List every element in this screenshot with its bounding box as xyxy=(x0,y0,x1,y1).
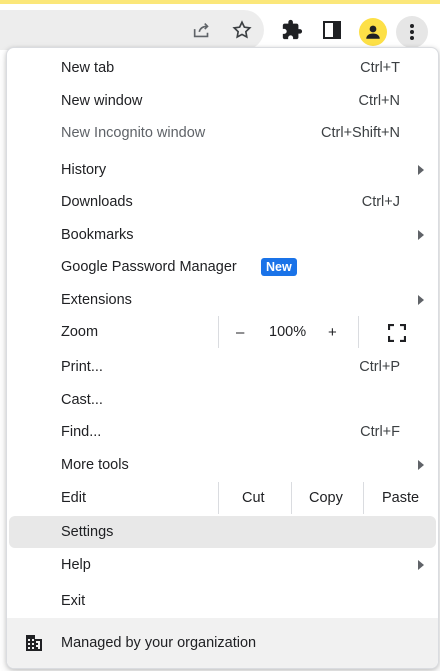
paste-button[interactable]: Paste xyxy=(382,490,419,506)
menu-item-print[interactable]: Print... Ctrl+P xyxy=(7,351,438,383)
divider xyxy=(358,316,359,348)
menu-item-help[interactable]: Help xyxy=(7,549,438,581)
shortcut-label: Ctrl+N xyxy=(358,93,401,109)
menu-item-label: Downloads xyxy=(61,194,133,210)
menu-item-label: Google Password Manager xyxy=(61,259,237,275)
building-icon xyxy=(25,634,43,652)
menu-item-label: Settings xyxy=(61,524,114,540)
menu-item-new-tab[interactable]: New tab Ctrl+T xyxy=(7,52,438,84)
menu-item-label: Find... xyxy=(61,424,102,440)
chrome-app-menu: New tab Ctrl+T New window Ctrl+N New Inc… xyxy=(6,47,439,669)
menu-item-new-incognito[interactable]: New Incognito window Ctrl+Shift+N xyxy=(7,117,438,149)
menu-item-password-manager[interactable]: Google Password Manager New xyxy=(7,251,438,283)
menu-item-label: Cast... xyxy=(61,392,103,408)
cut-button[interactable]: Cut xyxy=(242,490,265,506)
menu-item-zoom: Zoom – 100% + xyxy=(7,316,438,348)
managed-by-org-row[interactable]: Managed by your organization xyxy=(7,618,438,668)
zoom-out-button[interactable]: – xyxy=(236,324,244,341)
menu-item-label: Edit xyxy=(61,490,86,506)
submenu-arrow-icon xyxy=(418,295,424,305)
address-bar[interactable] xyxy=(0,10,264,50)
submenu-arrow-icon xyxy=(418,560,424,570)
menu-item-label: History xyxy=(61,162,107,178)
submenu-arrow-icon xyxy=(418,460,424,470)
shortcut-label: Ctrl+Shift+N xyxy=(321,125,400,141)
menu-item-label: More tools xyxy=(61,457,129,473)
bookmark-star-icon[interactable] xyxy=(228,16,256,44)
shortcut-label: Ctrl+P xyxy=(359,359,400,375)
menu-item-exit[interactable]: Exit xyxy=(7,585,438,617)
menu-kebab-icon[interactable] xyxy=(396,16,428,48)
menu-item-cast[interactable]: Cast... xyxy=(7,384,438,416)
menu-item-label: Exit xyxy=(61,593,86,609)
menu-item-extensions[interactable]: Extensions xyxy=(7,284,438,316)
menu-item-label: Help xyxy=(61,557,91,573)
menu-item-downloads[interactable]: Downloads Ctrl+J xyxy=(7,186,438,218)
menu-item-label: New tab xyxy=(61,60,115,76)
menu-item-edit: Edit Cut Copy Paste xyxy=(7,482,438,514)
zoom-in-button[interactable]: + xyxy=(328,324,337,341)
menu-item-label: Zoom xyxy=(61,324,99,340)
managed-label: Managed by your organization xyxy=(61,635,257,651)
menu-item-find[interactable]: Find... Ctrl+F xyxy=(7,416,438,448)
side-panel-icon[interactable] xyxy=(318,16,346,44)
menu-item-more-tools[interactable]: More tools xyxy=(7,449,438,481)
menu-item-label: New Incognito window xyxy=(61,125,206,141)
profile-avatar-icon[interactable] xyxy=(359,18,387,46)
menu-item-label: Extensions xyxy=(61,292,132,308)
menu-item-history[interactable]: History xyxy=(7,154,438,186)
menu-item-label: Print... xyxy=(61,359,103,375)
share-icon[interactable] xyxy=(188,16,216,44)
menu-item-bookmarks[interactable]: Bookmarks xyxy=(7,219,438,251)
shortcut-label: Ctrl+J xyxy=(361,194,400,210)
fullscreen-icon[interactable] xyxy=(387,323,407,343)
divider xyxy=(291,482,292,514)
submenu-arrow-icon xyxy=(418,230,424,240)
menu-item-new-window[interactable]: New window Ctrl+N xyxy=(7,85,438,117)
shortcut-label: Ctrl+F xyxy=(360,424,400,440)
new-badge: New xyxy=(261,258,297,276)
copy-button[interactable]: Copy xyxy=(309,490,343,506)
menu-item-label: Bookmarks xyxy=(61,227,134,243)
zoom-level: 100% xyxy=(269,324,307,340)
submenu-arrow-icon xyxy=(418,165,424,175)
menu-item-settings[interactable]: Settings xyxy=(9,516,436,548)
divider xyxy=(363,482,364,514)
divider xyxy=(218,316,219,348)
extensions-puzzle-icon[interactable] xyxy=(278,16,306,44)
shortcut-label: Ctrl+T xyxy=(360,60,400,76)
divider xyxy=(218,482,219,514)
menu-item-label: New window xyxy=(61,93,143,109)
